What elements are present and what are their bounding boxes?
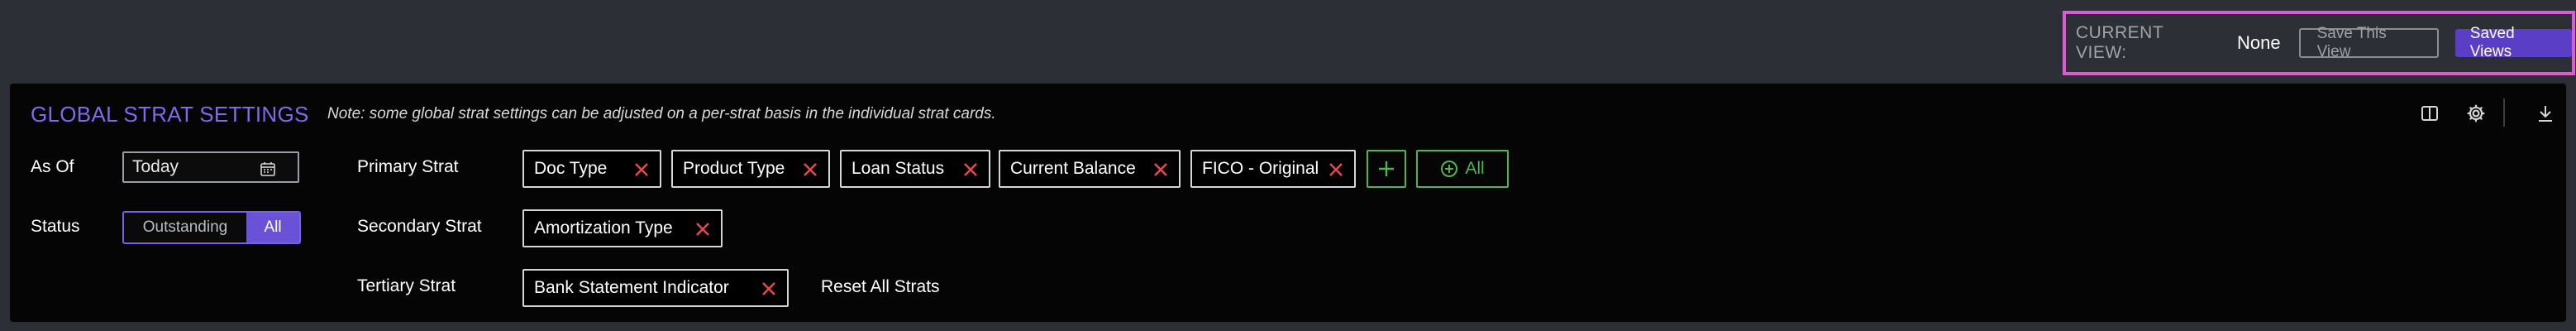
status-label: Status	[31, 217, 80, 236]
saved-views-button[interactable]: Saved Views	[2454, 25, 2572, 60]
remove-icon[interactable]	[1328, 161, 1344, 178]
add-strat-button[interactable]	[1367, 150, 1406, 188]
chip-label: FICO - Original	[1202, 159, 1319, 178]
toolbar-divider	[2503, 98, 2505, 127]
primary-chip-fico-original: FICO - Original	[1190, 150, 1356, 188]
plus-circle-icon	[1441, 161, 1458, 177]
save-this-view-button[interactable]: Save This View	[2298, 25, 2439, 60]
secondary-strat-label: Secondary Strat	[357, 217, 482, 236]
current-view-label: CURRENT VIEW:	[2076, 23, 2163, 62]
primary-strat-label: Primary Strat	[357, 157, 459, 176]
global-strat-settings-panel: GLOBAL STRAT SETTINGS Note: some global …	[8, 82, 2568, 324]
add-all-label: All	[1465, 159, 1485, 178]
chip-label: Loan Status	[852, 159, 945, 178]
remove-icon[interactable]	[962, 161, 979, 178]
plus-icon	[1379, 161, 1394, 176]
calendar-icon[interactable]	[260, 161, 276, 182]
primary-chip-doc-type: Doc Type	[522, 150, 661, 188]
current-view-value: None	[2236, 32, 2281, 53]
as-of-value: Today	[132, 157, 179, 176]
tertiary-chip-bank-statement-indicator: Bank Statement Indicator	[522, 269, 789, 307]
remove-icon[interactable]	[761, 281, 777, 297]
chip-label: Doc Type	[534, 159, 608, 178]
remove-icon[interactable]	[1152, 161, 1169, 178]
remove-icon[interactable]	[694, 221, 711, 237]
status-toggle: Outstanding All	[122, 211, 301, 244]
panel-note: Note: some global strat settings can be …	[327, 105, 996, 122]
panel-title: GLOBAL STRAT SETTINGS	[31, 102, 309, 127]
as-of-label: As Of	[31, 157, 74, 176]
as-of-date-input[interactable]: Today	[122, 151, 299, 183]
remove-icon[interactable]	[802, 161, 818, 178]
chip-label: Current Balance	[1010, 159, 1136, 178]
chip-label: Bank Statement Indicator	[534, 278, 729, 297]
download-icon[interactable]	[2532, 100, 2559, 127]
primary-chip-loan-status: Loan Status	[840, 150, 990, 188]
tertiary-strat-label: Tertiary Strat	[357, 276, 456, 295]
gear-icon[interactable]	[2463, 100, 2489, 127]
current-view-bar: CURRENT VIEW: None Save This View Saved …	[2063, 11, 2575, 75]
chip-label: Amortization Type	[534, 218, 673, 237]
status-option-outstanding[interactable]: Outstanding	[124, 213, 246, 242]
reset-all-strats-button[interactable]: Reset All Strats	[821, 277, 940, 297]
chip-label: Product Type	[683, 159, 785, 178]
secondary-chip-amortization-type: Amortization Type	[522, 209, 723, 247]
primary-chip-product-type: Product Type	[671, 150, 830, 188]
columns-icon[interactable]	[2416, 100, 2443, 127]
remove-icon[interactable]	[633, 161, 650, 178]
status-option-all[interactable]: All	[246, 213, 299, 242]
primary-chip-current-balance: Current Balance	[999, 150, 1181, 188]
add-all-button[interactable]: All	[1416, 150, 1509, 188]
